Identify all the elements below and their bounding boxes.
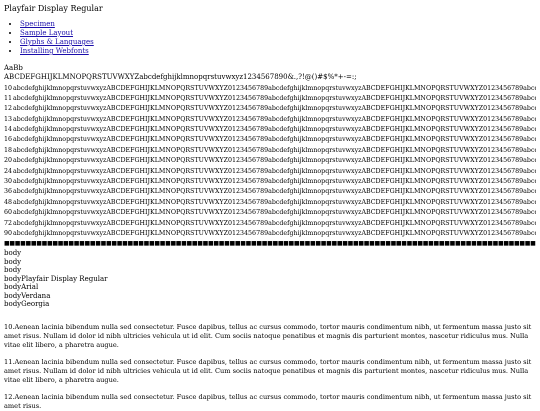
size-row: 20abcdefghijklmnopqrstuvwxyzABCDEFGHIJKL… (4, 156, 536, 166)
body-line: bodyVerdana (4, 291, 51, 300)
size-rows: 10abcdefghijklmnopqrstuvwxyzABCDEFGHIJKL… (4, 84, 536, 240)
size-label: 11 (4, 94, 13, 102)
size-row: 13abcdefghijklmnopqrstuvwxyzABCDEFGHIJKL… (4, 115, 536, 125)
size-row: 90abcdefghijklmnopqrstuvwxyzABCDEFGHIJKL… (4, 229, 536, 239)
size-label: 72 (4, 219, 13, 227)
size-row: 14abcdefghijklmnopqrstuvwxyzABCDEFGHIJKL… (4, 125, 536, 135)
size-sample-text: abcdefghijklmnopqrstuvwxyzABCDEFGHIJKLMN… (13, 146, 536, 154)
size-label: 12 (4, 105, 13, 113)
size-row: 16abcdefghijklmnopqrstuvwxyzABCDEFGHIJKL… (4, 135, 536, 145)
size-label: 24 (4, 167, 13, 175)
size-sample-text: abcdefghijklmnopqrstuvwxyzABCDEFGHIJKLMN… (13, 94, 536, 102)
nav-link-sample-layout[interactable]: Sample Layout (20, 29, 73, 37)
nav-link-specimen[interactable]: Specimen (20, 20, 55, 28)
body-line: bodyArial (4, 283, 39, 292)
nav-item-glyphs: Glyphs & Languages (20, 38, 536, 47)
size-label: 48 (4, 198, 13, 206)
size-sample-text: abcdefghijklmnopqrstuvwxyzABCDEFGHIJKLMN… (13, 84, 536, 92)
size-sample-text: abcdefghijklmnopqrstuvwxyzABCDEFGHIJKLMN… (13, 136, 536, 144)
sample-paragraph: 12.Aenean lacinia bibendum nulla sed con… (4, 392, 532, 410)
size-row: 36abcdefghijklmnopqrstuvwxyzABCDEFGHIJKL… (4, 187, 536, 197)
size-row: 18abcdefghijklmnopqrstuvwxyzABCDEFGHIJKL… (4, 146, 536, 156)
size-row: 12abcdefghijklmnopqrstuvwxyzABCDEFGHIJKL… (4, 104, 536, 114)
nav-list: Specimen Sample Layout Glyphs & Language… (4, 20, 536, 56)
size-sample-text: abcdefghijklmnopqrstuvwxyzABCDEFGHIJKLMN… (13, 157, 536, 165)
size-label: 10 (4, 84, 13, 92)
size-sample-text: abcdefghijklmnopqrstuvwxyzABCDEFGHIJKLMN… (13, 229, 536, 237)
size-label: 20 (4, 157, 13, 165)
size-sample-text: abcdefghijklmnopqrstuvwxyzABCDEFGHIJKLMN… (13, 167, 536, 175)
size-label: 36 (4, 188, 13, 196)
size-sample-text: abcdefghijklmnopqrstuvwxyzABCDEFGHIJKLMN… (13, 105, 536, 113)
size-row: 11abcdefghijklmnopqrstuvwxyzABCDEFGHIJKL… (4, 94, 536, 104)
specimen-charset: ABCDEFGHIJKLMNOPQRSTUVWXYZabcdefghijklmn… (4, 72, 357, 81)
size-sample-text: abcdefghijklmnopqrstuvwxyzABCDEFGHIJKLMN… (13, 115, 536, 123)
size-label: 60 (4, 209, 13, 217)
nav-link-installing-webfonts[interactable]: Installing Webfonts (20, 47, 89, 55)
size-label: 30 (4, 178, 13, 186)
size-sample-text: abcdefghijklmnopqrstuvwxyzABCDEFGHIJKLMN… (13, 178, 536, 186)
body-line: bodyPlayfair Display Regular (4, 274, 108, 283)
page-title: Playfair Display Regular (4, 4, 103, 13)
size-row: 30abcdefghijklmnopqrstuvwxyzABCDEFGHIJKL… (4, 177, 536, 187)
size-label: 13 (4, 115, 13, 123)
size-row: 48abcdefghijklmnopqrstuvwxyzABCDEFGHIJKL… (4, 198, 536, 208)
size-label: 16 (4, 136, 13, 144)
size-row: 72abcdefghijklmnopqrstuvwxyzABCDEFGHIJKL… (4, 219, 536, 229)
body-line: body (4, 249, 22, 258)
nav-item-webfonts: Installing Webfonts (20, 47, 536, 56)
page: Playfair Display Regular Specimen Sample… (0, 0, 540, 411)
size-label: 18 (4, 146, 13, 154)
size-sample-text: abcdefghijklmnopqrstuvwxyzABCDEFGHIJKLMN… (13, 219, 536, 227)
body-lines: body body body bodyPlayfair Display Regu… (4, 249, 536, 309)
size-sample-text: abcdefghijklmnopqrstuvwxyzABCDEFGHIJKLMN… (13, 198, 536, 206)
body-line: bodyGeorgia (4, 300, 50, 309)
body-line: body (4, 266, 22, 275)
sample-paragraph: 11.Aenean lacinia bibendum nulla sed con… (4, 357, 532, 384)
size-row: 10abcdefghijklmnopqrstuvwxyzABCDEFGHIJKL… (4, 84, 536, 94)
nav-item-sample-layout: Sample Layout (20, 29, 536, 38)
size-sample-text: abcdefghijklmnopqrstuvwxyzABCDEFGHIJKLMN… (13, 209, 536, 217)
size-row: 60abcdefghijklmnopqrstuvwxyzABCDEFGHIJKL… (4, 208, 536, 218)
size-label: 90 (4, 229, 13, 237)
body-line: body (4, 257, 22, 266)
size-row: 24abcdefghijklmnopqrstuvwxyzABCDEFGHIJKL… (4, 167, 536, 177)
size-label: 14 (4, 126, 13, 134)
size-sample-text: abcdefghijklmnopqrstuvwxyzABCDEFGHIJKLMN… (13, 126, 536, 134)
nav-link-glyphs-languages[interactable]: Glyphs & Languages (20, 38, 94, 46)
nav-item-specimen: Specimen (20, 20, 536, 29)
sample-paragraph: 10.Aenean lacinia bibendum nulla sed con… (4, 322, 532, 349)
glyph-blocks: ■■■■■■■■■■■■■■■■■■■■■■■■■■■■■■■■■■■■■■■■… (4, 240, 536, 248)
specimen-aabb: AaBb (4, 64, 23, 72)
size-sample-text: abcdefghijklmnopqrstuvwxyzABCDEFGHIJKLMN… (13, 188, 536, 196)
